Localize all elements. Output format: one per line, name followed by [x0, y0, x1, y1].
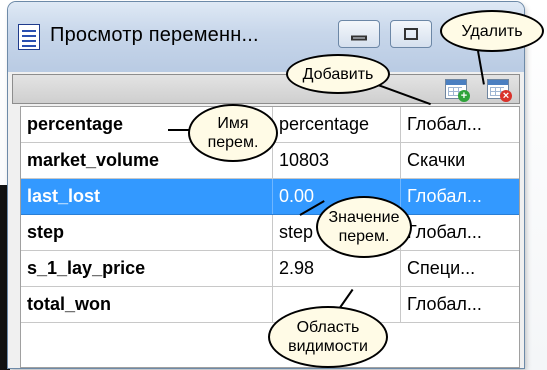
name-callout: Имя перем.: [188, 104, 278, 162]
variable-scope: Глобал...: [407, 222, 482, 242]
maximize-button[interactable]: [390, 20, 432, 48]
variable-value: 10803: [273, 143, 401, 178]
maximize-icon: [404, 28, 418, 40]
delete-callout: Удалить: [440, 10, 544, 52]
variable-scope: Скачки: [407, 150, 466, 170]
delete-x-icon: ×: [500, 90, 512, 102]
delete-variable-button[interactable]: ×: [487, 79, 512, 102]
variable-row[interactable]: step step Глобал...: [21, 215, 519, 251]
add-variable-button[interactable]: +: [445, 79, 470, 102]
variable-scope: Специ...: [407, 258, 476, 278]
minimize-icon: [351, 35, 367, 41]
variable-value: percentage: [273, 107, 401, 142]
variable-value: 2.98: [273, 251, 401, 286]
scope-callout: Область видимости: [268, 306, 388, 368]
variable-name: s_1_lay_price: [21, 251, 273, 286]
minimize-button[interactable]: [338, 20, 380, 48]
variable-row-selected[interactable]: last_lost 0.00 Глобал...: [21, 179, 519, 215]
variable-row[interactable]: total_won Глобал...: [21, 287, 519, 323]
variables-toolbar: + ×: [12, 74, 520, 104]
window-app-icon: [18, 24, 40, 50]
value-callout: Значение перем.: [316, 196, 412, 258]
variable-scope: Глобал...: [407, 114, 482, 134]
window-title: Просмотр переменн...: [50, 24, 259, 46]
variable-name: last_lost: [21, 179, 273, 214]
variable-name: total_won: [21, 287, 273, 322]
plus-icon: +: [458, 90, 470, 102]
variable-scope: Глобал...: [407, 294, 482, 314]
variable-row[interactable]: s_1_lay_price 2.98 Специ...: [21, 251, 519, 287]
variable-viewer-window: Просмотр переменн... + × percentage perc…: [8, 2, 524, 368]
variable-scope: Глобал...: [407, 186, 482, 206]
variable-name: step: [21, 215, 273, 250]
add-callout: Добавить: [286, 54, 390, 94]
